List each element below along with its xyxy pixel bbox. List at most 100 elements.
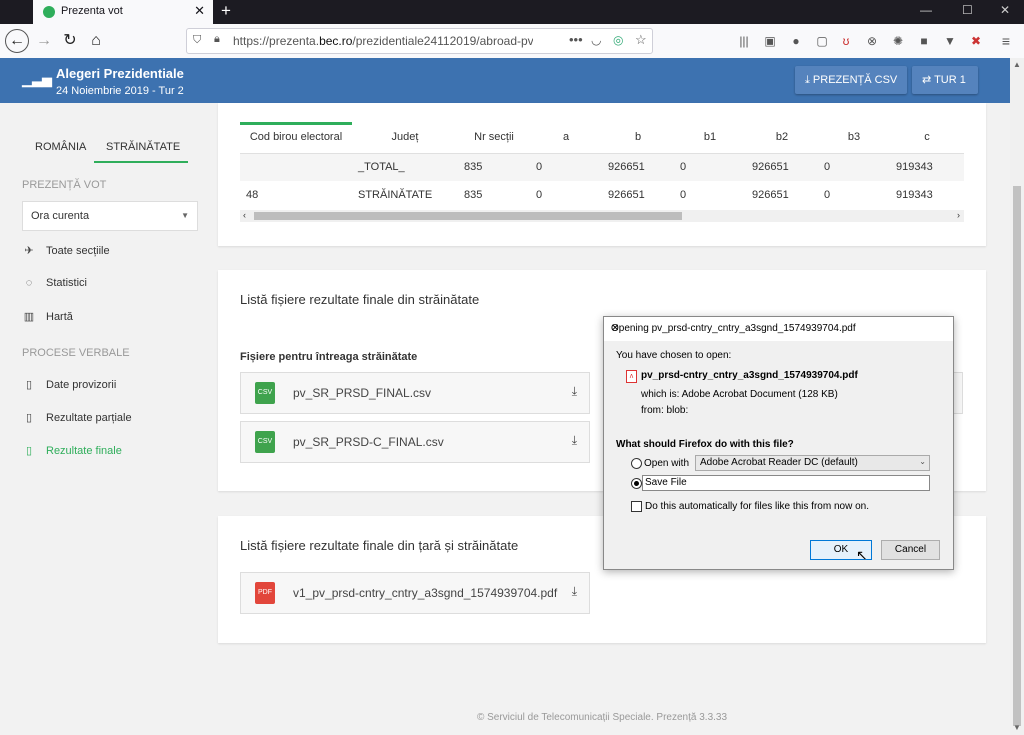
addon1-icon[interactable]: ▢ (814, 33, 830, 49)
addon3-icon[interactable]: ⊗ (864, 33, 880, 49)
table-cell: 0 (680, 161, 687, 174)
maximize-icon[interactable]: ☐ (962, 3, 973, 17)
scroll-up-icon[interactable]: ▲ (1013, 60, 1021, 69)
col-header[interactable]: b (602, 122, 674, 153)
file-item[interactable]: CSV pv_SR_PRSD-C_FINAL.csv ⤓ (240, 421, 590, 463)
sidebar-item-statistici[interactable]: ◌ Statistici (22, 277, 87, 289)
tracking-protection-icon[interactable]: ⛉ (193, 34, 201, 47)
horizontal-scrollbar[interactable]: ‹ › (240, 210, 964, 222)
menu-icon[interactable]: ≡ (998, 33, 1014, 49)
scrollbar-thumb[interactable] (254, 212, 682, 220)
close-window-icon[interactable]: ✕ (1000, 3, 1010, 17)
map-icon: ▥ (23, 311, 35, 323)
tab-romania[interactable]: ROMÂNIA (35, 141, 86, 153)
close-icon[interactable]: ✕ (611, 323, 945, 334)
download-dialog: Opening pv_prsd-cntry_cntry_a3sgnd_15749… (603, 316, 954, 570)
tab-title: Prezenta vot (61, 5, 123, 17)
pocket-icon[interactable]: ◡ (591, 33, 601, 47)
time-select[interactable]: Ora curenta ▼ (22, 201, 198, 231)
addon4-icon[interactable]: ✺ (890, 33, 906, 49)
auto-checkbox[interactable] (631, 501, 642, 512)
table-cell: 0 (824, 161, 831, 174)
back-icon[interactable]: ← (5, 29, 29, 53)
open-with-app: Adobe Acrobat Reader DC (default) (700, 457, 858, 468)
col-header[interactable]: b3 (818, 122, 890, 153)
new-tab-icon[interactable]: + (221, 1, 231, 21)
file-item[interactable]: PDF v1_pv_prsd-cntry_cntry_a3sgnd_157493… (240, 572, 590, 614)
open-with-select[interactable]: Adobe Acrobat Reader DC (default) ⌄ (695, 455, 930, 471)
col-header[interactable]: Județ (352, 122, 458, 153)
reload-icon[interactable]: ↻ (58, 29, 82, 53)
sort-indicator (240, 122, 352, 125)
cancel-button[interactable]: Cancel (881, 540, 940, 560)
home-icon[interactable]: ⌂ (84, 29, 108, 53)
results-table: Cod birou electoral Județ Nr secții a b … (240, 122, 964, 209)
file-item[interactable]: CSV pv_SR_PRSD_FINAL.csv ⤓ (240, 372, 590, 414)
auto-checkbox-label[interactable]: Do this automatically for files like thi… (645, 501, 869, 512)
account-icon[interactable]: ● (788, 33, 804, 49)
library-icon[interactable]: ||| (736, 33, 752, 49)
open-with-radio[interactable] (631, 458, 642, 469)
col-header[interactable]: b2 (746, 122, 818, 153)
url-text[interactable]: https://prezenta.bec.ro/prezidentiale241… (233, 34, 533, 48)
close-tab-icon[interactable]: ✕ (194, 3, 205, 19)
tur1-button[interactable]: ⇄ TUR 1 (912, 66, 978, 94)
document-3-icon: ▯ (25, 445, 33, 457)
sidebar-item-date-provizorii[interactable]: ▯ Date provizorii (22, 378, 116, 391)
forward-icon[interactable]: → (32, 29, 56, 53)
browser-tab[interactable]: Prezenta vot ✕ (33, 0, 213, 24)
dialog-titlebar: Opening pv_prsd-cntry_cntry_a3sgnd_15749… (604, 317, 953, 341)
open-with-label[interactable]: Open with (644, 458, 689, 469)
download-csv-button[interactable]: ⤓ PREZENȚĂ CSV (795, 66, 908, 94)
download-icon[interactable]: ⤓ (572, 584, 577, 599)
col-header[interactable]: Nr secții (458, 122, 530, 153)
chosen-label: You have chosen to open: (616, 350, 732, 361)
addon6-icon[interactable]: ▼ (942, 33, 958, 49)
sidebar-item-rezultate-partiale[interactable]: ▯ Rezultate parțiale (22, 411, 132, 424)
table-cell: 0 (680, 189, 687, 201)
lock-icon[interactable]: 🔒︎ (214, 33, 220, 46)
table-cell: 926651 (608, 161, 645, 174)
sidebar: ROMÂNIA STRĂINĂTATE PREZENȚĂ VOT Ora cur… (0, 103, 205, 735)
pdf-file-icon: PDF (255, 582, 275, 604)
page-actions-icon[interactable]: ••• (569, 32, 583, 47)
addon5-icon[interactable]: ■ (916, 33, 932, 49)
scroll-right-icon[interactable]: › (957, 210, 960, 220)
table-row: _TOTAL_ 835 0 926651 0 926651 0 919343 (240, 153, 964, 181)
addon7-icon[interactable]: ✖ (968, 33, 984, 49)
sidebar-toggle-icon[interactable]: ▣ (762, 33, 778, 49)
scrollbar-thumb[interactable] (1013, 186, 1021, 726)
download-icon[interactable]: ⤓ (572, 384, 577, 399)
download-icon[interactable]: ⤓ (572, 433, 577, 448)
addon2-icon[interactable]: ʊ (838, 33, 854, 49)
sidebar-item-rezultate-finale[interactable]: ▯ Rezultate finale (22, 444, 122, 457)
table-cell: 926651 (608, 189, 645, 201)
extension-icon[interactable]: ◎ (613, 33, 623, 47)
tab-strainatate[interactable]: STRĂINĂTATE (106, 141, 180, 153)
section-title: Listă fișiere rezultate finale din străi… (240, 292, 480, 307)
table-cell (240, 153, 352, 181)
mouse-cursor-icon: ↖ (856, 547, 868, 563)
save-file-radio[interactable] (631, 478, 642, 489)
url-bar[interactable]: ⛉ 🔒︎ https://prezenta.bec.ro/prezidentia… (186, 28, 653, 54)
col-header[interactable]: Cod birou electoral (240, 122, 352, 153)
minimize-icon[interactable]: — (920, 3, 932, 17)
table-header-row: Cod birou electoral Județ Nr secții a b … (240, 122, 964, 153)
browser-tab-bar: Prezenta vot ✕ + — ☐ ✕ (0, 0, 1024, 24)
save-file-field[interactable]: Save File (642, 475, 930, 491)
app-subtitle: 24 Noiembrie 2019 - Tur 2 (56, 85, 184, 97)
footer: © Serviciul de Telecomunicații Speciale.… (476, 712, 728, 723)
page-scrollbar[interactable]: ▲ ▼ (1010, 58, 1024, 735)
scroll-down-icon[interactable]: ▼ (1013, 723, 1021, 732)
col-header[interactable]: c (890, 122, 964, 153)
document-1-icon: ▯ (25, 379, 33, 391)
scroll-left-icon[interactable]: ‹ (243, 210, 246, 220)
col-header[interactable]: b1 (674, 122, 746, 153)
dialog-filename: pv_prsd-cntry_cntry_a3sgnd_1574939704.pd… (641, 370, 858, 381)
save-file-label: Save File (645, 477, 687, 488)
sidebar-item-harta[interactable]: ▥ Hartă (22, 310, 73, 323)
bookmark-star-icon[interactable]: ☆ (635, 32, 647, 48)
table-cell: STRĂINĂTATE (358, 189, 433, 201)
sidebar-item-toate-sectiile[interactable]: ✈ Toate secțiile (22, 244, 109, 257)
col-header[interactable]: a (530, 122, 602, 153)
